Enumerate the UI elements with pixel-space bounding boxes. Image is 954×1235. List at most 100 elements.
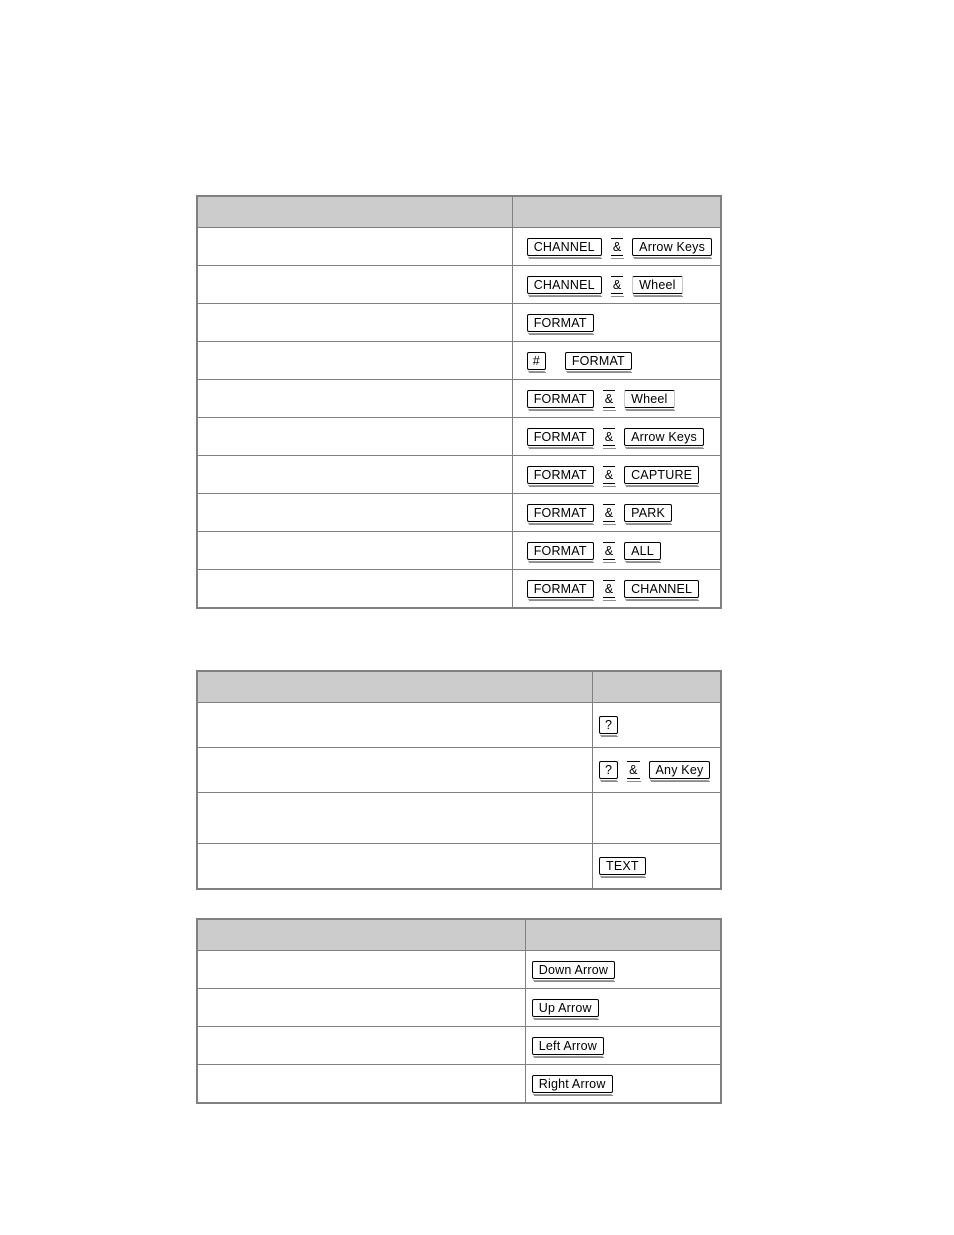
table-row: FORMAT & PARK	[196, 493, 722, 532]
table-row: CHANNEL & Arrow Keys	[196, 227, 722, 266]
table-row: FORMAT & Arrow Keys	[196, 417, 722, 456]
keycap-: #	[526, 351, 547, 373]
key-sequence: FORMAT & CAPTURE	[526, 465, 720, 487]
table-row: TEXT	[196, 843, 722, 890]
table-row	[196, 792, 722, 844]
shortcut-key-sequence: # FORMAT	[511, 341, 722, 380]
keycap-: ?	[599, 761, 619, 782]
key-combiner-ampersand: &	[602, 427, 617, 449]
keycap-format: FORMAT	[564, 351, 632, 373]
key-sequence: Left Arrow	[531, 1036, 720, 1058]
keycap-wheel: Wheel	[624, 389, 675, 411]
shortcut-key-sequence: Left Arrow	[524, 1026, 722, 1065]
shortcut-description	[196, 455, 513, 494]
shortcut-description	[196, 265, 513, 304]
shortcut-key-sequence: FORMAT & CHANNEL	[511, 569, 722, 609]
key-combiner-ampersand: &	[602, 389, 617, 411]
shortcut-description	[196, 569, 513, 609]
table-row: # FORMAT	[196, 341, 722, 380]
shortcut-description	[196, 747, 593, 793]
shortcut-key-sequence: FORMAT & ALL	[511, 531, 722, 570]
table-row: FORMAT	[196, 303, 722, 342]
shortcut-key-sequence: CHANNEL & Wheel	[511, 265, 722, 304]
keycap-capture: CAPTURE	[624, 465, 700, 487]
keycap-text: TEXT	[599, 857, 646, 878]
keycap-: ?	[599, 716, 619, 737]
table-row: FORMAT & Wheel	[196, 379, 722, 418]
table-row: FORMAT & ALL	[196, 531, 722, 570]
column-header-description	[196, 195, 513, 228]
keycap-park: PARK	[624, 503, 672, 525]
shortcut-key-sequence: FORMAT & Wheel	[511, 379, 722, 418]
shortcut-description	[196, 950, 526, 989]
key-combiner-ampersand: &	[610, 237, 625, 259]
keycap-format: FORMAT	[526, 389, 594, 411]
shortcut-description	[196, 379, 513, 418]
keycap-channel: CHANNEL	[526, 237, 602, 259]
key-sequence: FORMAT	[526, 313, 720, 335]
arrow-shortcuts-table: Down Arrow Up Arrow Left Arrow Right Arrow	[196, 918, 722, 1104]
format-shortcuts-table: CHANNEL & Arrow Keys CHANNEL & Wheel FORMAT # FO…	[196, 195, 722, 609]
table-row: CHANNEL & Wheel	[196, 265, 722, 304]
shortcut-description	[196, 988, 526, 1027]
shortcut-key-sequence: FORMAT & CAPTURE	[511, 455, 722, 494]
shortcut-description	[196, 493, 513, 532]
keycap-format: FORMAT	[526, 503, 594, 525]
key-sequence: FORMAT & ALL	[526, 541, 720, 563]
table-row: Up Arrow	[196, 988, 722, 1027]
table-row: FORMAT & CHANNEL	[196, 569, 722, 609]
key-sequence: ? & Any Key	[599, 761, 720, 782]
table-header-row	[196, 670, 722, 703]
key-combiner-ampersand: &	[602, 465, 617, 487]
keycap-arrow-keys: Arrow Keys	[632, 237, 713, 259]
key-sequence: CHANNEL & Wheel	[526, 275, 720, 297]
table-body: ?? & Any Key TEXT	[196, 702, 722, 890]
column-header-keys	[524, 918, 722, 951]
shortcut-key-sequence: FORMAT & Arrow Keys	[511, 417, 722, 456]
table-row: Right Arrow	[196, 1064, 722, 1104]
key-sequence: CHANNEL & Arrow Keys	[526, 237, 720, 259]
help-shortcuts-table: ?? & Any Key TEXT	[196, 670, 722, 890]
key-sequence: Right Arrow	[531, 1074, 720, 1096]
keycap-up-arrow: Up Arrow	[531, 998, 599, 1020]
table-header-row	[196, 918, 722, 951]
key-sequence: FORMAT & Arrow Keys	[526, 427, 720, 449]
shortcut-key-sequence: Down Arrow	[524, 950, 722, 989]
keycap-format: FORMAT	[526, 541, 594, 563]
shortcut-description	[196, 843, 593, 890]
key-sequence: Up Arrow	[531, 998, 720, 1020]
table-row: Down Arrow	[196, 950, 722, 989]
shortcut-description	[196, 303, 513, 342]
keycap-right-arrow: Right Arrow	[531, 1074, 613, 1096]
key-sequence: # FORMAT	[526, 351, 720, 373]
shortcut-description	[196, 702, 593, 748]
table-row: ?	[196, 702, 722, 748]
shortcut-key-sequence: FORMAT	[511, 303, 722, 342]
table-body: Down Arrow Up Arrow Left Arrow Right Arrow	[196, 950, 722, 1104]
column-header-keys	[511, 195, 722, 228]
key-sequence: ?	[599, 716, 720, 737]
shortcut-description	[196, 417, 513, 456]
table-body: CHANNEL & Arrow Keys CHANNEL & Wheel FORMAT # FO…	[196, 227, 722, 609]
key-sequence: Down Arrow	[531, 960, 720, 982]
shortcut-key-sequence: ? & Any Key	[592, 747, 722, 793]
shortcut-key-sequence	[592, 792, 722, 844]
shortcut-description	[196, 341, 513, 380]
shortcut-key-sequence: TEXT	[592, 843, 722, 890]
keycap-format: FORMAT	[526, 465, 594, 487]
shortcut-key-sequence: FORMAT & PARK	[511, 493, 722, 532]
keycap-channel: CHANNEL	[526, 275, 602, 297]
shortcut-description	[196, 1064, 526, 1104]
shortcut-description	[196, 227, 513, 266]
key-sequence: FORMAT & Wheel	[526, 389, 720, 411]
column-header-description	[196, 670, 593, 703]
shortcut-key-sequence: CHANNEL & Arrow Keys	[511, 227, 722, 266]
table-row: ? & Any Key	[196, 747, 722, 793]
key-sequence: FORMAT & CHANNEL	[526, 579, 720, 601]
keycap-format: FORMAT	[526, 427, 594, 449]
column-header-keys	[592, 670, 722, 703]
shortcut-description	[196, 792, 593, 844]
table-row: Left Arrow	[196, 1026, 722, 1065]
keycap-left-arrow: Left Arrow	[531, 1036, 605, 1058]
keycap-format: FORMAT	[526, 313, 594, 335]
